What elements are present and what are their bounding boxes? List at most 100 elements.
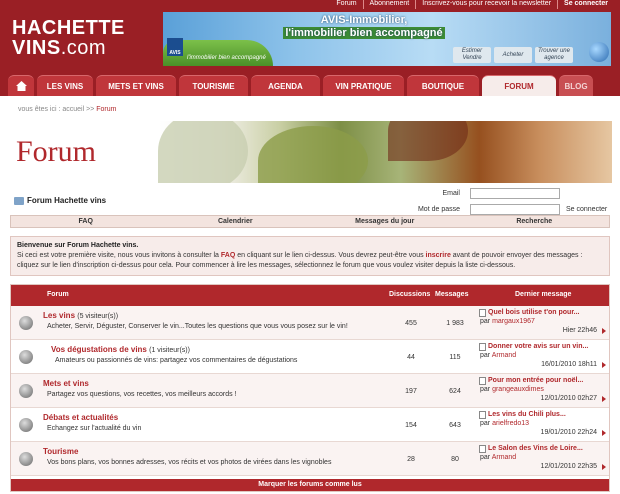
subnav-messages-du-jour[interactable]: Messages du jour	[310, 216, 460, 227]
tab-forum[interactable]: FORUM	[482, 75, 556, 96]
last-post-date[interactable]: 16/01/2010 18h11	[479, 360, 607, 369]
site-logo[interactable]: HACHETTE VINS.com	[12, 18, 125, 58]
table-header: Forum Discussions Messages Dernier messa…	[11, 285, 609, 306]
forum-desc: Partagez vos questions, vos recettes, vo…	[47, 391, 237, 398]
password-field[interactable]	[470, 203, 560, 215]
forum-messages: 115	[449, 354, 461, 361]
email-label: Email	[442, 189, 460, 197]
tab-mets-et-vins[interactable]: METS ET VINS	[96, 75, 176, 96]
forum-discussions: 455	[405, 320, 417, 327]
forum-name[interactable]: Tourisme	[43, 447, 78, 456]
last-post-date[interactable]: 12/01/2010 02h27	[479, 394, 607, 403]
subnav-faq[interactable]: FAQ	[11, 216, 161, 227]
tab-les-vins[interactable]: LES VINS	[37, 75, 93, 96]
last-post-author[interactable]: Armand	[492, 454, 517, 461]
tab-boutique[interactable]: BOUTIQUE	[407, 75, 479, 96]
last-post-date[interactable]: Hier 22h46	[479, 326, 607, 335]
forum-discussions: 154	[405, 422, 417, 429]
tab-vin-pratique[interactable]: VIN PRATIQUE	[323, 75, 404, 96]
toplink-connect[interactable]: Se connecter	[557, 0, 614, 9]
last-post-author[interactable]: margaux1967	[492, 318, 535, 325]
toplink-abonnement[interactable]: Abonnement	[362, 0, 416, 9]
main-nav: LES VINS METS ET VINS TOURISME AGENDA VI…	[0, 72, 620, 96]
banner-headline-1: AVIS-Immobilier,	[320, 14, 408, 26]
banner-leaf	[258, 126, 368, 183]
banner-buttons: Estimer Vendre Acheter Trouver une agenc…	[453, 47, 573, 63]
forum-status-icon	[19, 350, 33, 364]
last-post-author[interactable]: Armand	[492, 352, 517, 359]
breadcrumb-home[interactable]: accueil	[62, 106, 84, 113]
banner-button-acheter[interactable]: Acheter	[494, 47, 532, 63]
breadcrumb-prefix: vous êtes ici :	[18, 106, 61, 113]
forum-desc: Vos bons plans, vos bonnes adresses, vos…	[47, 459, 332, 466]
forum-row: Débats et actualités Echangez sur l'actu…	[11, 408, 609, 442]
last-post-author[interactable]: grangeauxdimes	[492, 386, 544, 393]
toplink-forum[interactable]: Forum	[330, 0, 362, 9]
last-post-title[interactable]: Quel bois utilise t'on pour...	[488, 308, 580, 317]
forum-last-post: Quel bois utilise t'on pour... par marga…	[479, 308, 607, 335]
post-icon	[479, 342, 486, 351]
last-post-title[interactable]: Donner votre avis sur un vin...	[488, 342, 588, 351]
banner-button-agence[interactable]: Trouver une agence	[535, 47, 573, 63]
forum-status-icon	[19, 452, 33, 466]
forum-icon	[14, 196, 24, 205]
forum-messages: 624	[449, 388, 461, 395]
forum-last-post: Le Salon des Vins de Loire... par Armand…	[479, 444, 607, 471]
last-post-by-prefix: par	[480, 454, 491, 461]
forum-last-post: Pour mon entrée pour noël... par grangea…	[479, 376, 607, 403]
mark-read-button[interactable]: Marquer les forums comme lus	[11, 479, 609, 491]
subnav-recherche[interactable]: Recherche	[460, 216, 610, 227]
last-post-author[interactable]: arielfredo13	[492, 420, 529, 427]
top-links: Forum Abonnement Inscrivez-vous pour rec…	[330, 0, 614, 9]
last-post-date[interactable]: 19/01/2010 22h24	[479, 428, 607, 437]
forum-name[interactable]: Mets et vins	[43, 379, 89, 388]
tab-tourisme[interactable]: TOURISME	[179, 75, 248, 96]
logo-line2: VINS	[12, 37, 61, 59]
banner-leaf	[388, 121, 468, 161]
forum-discussions: 44	[407, 354, 415, 361]
breadcrumb-sep: >>	[86, 106, 95, 113]
forum-discussions: 197	[405, 388, 417, 395]
welcome-inscrire-link[interactable]: inscrire	[426, 252, 451, 259]
tab-home[interactable]	[8, 75, 34, 96]
last-post-by-prefix: par	[480, 420, 491, 427]
tab-blog[interactable]: BLOG	[559, 75, 593, 96]
last-post-by-prefix: par	[480, 352, 491, 359]
forum-discussions: 28	[407, 456, 415, 463]
login-form: Email Mot de passe Se connecter	[410, 186, 607, 218]
header-forum: Forum	[47, 291, 69, 298]
last-post-title[interactable]: Les vins du Chili plus...	[488, 410, 566, 419]
tab-agenda[interactable]: AGENDA	[251, 75, 320, 96]
last-post-by-prefix: par	[480, 318, 491, 325]
home-icon	[15, 81, 27, 91]
subnav-calendrier[interactable]: Calendrier	[161, 216, 311, 227]
toplink-newsletter[interactable]: Inscrivez-vous pour recevoir la newslett…	[415, 0, 557, 9]
ad-banner[interactable]: AVIS l'immobilier bien accompagné AVIS-I…	[163, 12, 611, 66]
last-post-date[interactable]: 12/01/2010 22h35	[479, 462, 607, 471]
welcome-box: Bienvenue sur Forum Hachette vins. Si ce…	[10, 236, 610, 276]
password-label: Mot de passe	[417, 205, 460, 213]
welcome-text-1: Si ceci est votre première visite, nous …	[17, 252, 221, 259]
forum-visitors: (5 visiteur(s))	[77, 313, 119, 320]
forum-desc: Amateurs ou passionnés de vins: partagez…	[55, 357, 298, 364]
forum-row: Vos dégustations de vins (1 visiteur(s))…	[11, 340, 609, 374]
forum-name[interactable]: Vos dégustations de vins	[51, 345, 147, 354]
forum-desc: Echangez sur l'actualité du vin	[47, 425, 142, 432]
last-post-title[interactable]: Pour mon entrée pour noël...	[488, 376, 583, 385]
welcome-faq-link[interactable]: FAQ	[221, 252, 235, 259]
banner-button-estimer[interactable]: Estimer Vendre	[453, 47, 491, 63]
forum-name[interactable]: Débats et actualités	[43, 413, 118, 422]
forum-name[interactable]: Les vins	[43, 311, 75, 320]
forum-last-post: Donner votre avis sur un vin... par Arma…	[479, 342, 607, 369]
email-field[interactable]	[470, 187, 560, 199]
connect-button[interactable]: Se connecter	[566, 206, 607, 213]
forum-messages: 1 983	[446, 320, 464, 327]
logo-line1: HACHETTE	[12, 17, 125, 39]
last-post-title[interactable]: Le Salon des Vins de Loire...	[488, 444, 583, 453]
banner-headline: AVIS-Immobilier, l'immobilier bien accom…	[279, 14, 449, 40]
banner-leaf	[158, 121, 248, 183]
forum-desc: Acheter, Servir, Déguster, Conserver le …	[47, 323, 348, 330]
header-discussions: Discussions	[389, 291, 431, 298]
forum-table: Forum Discussions Messages Dernier messa…	[10, 284, 610, 492]
header-messages: Messages	[435, 291, 469, 298]
